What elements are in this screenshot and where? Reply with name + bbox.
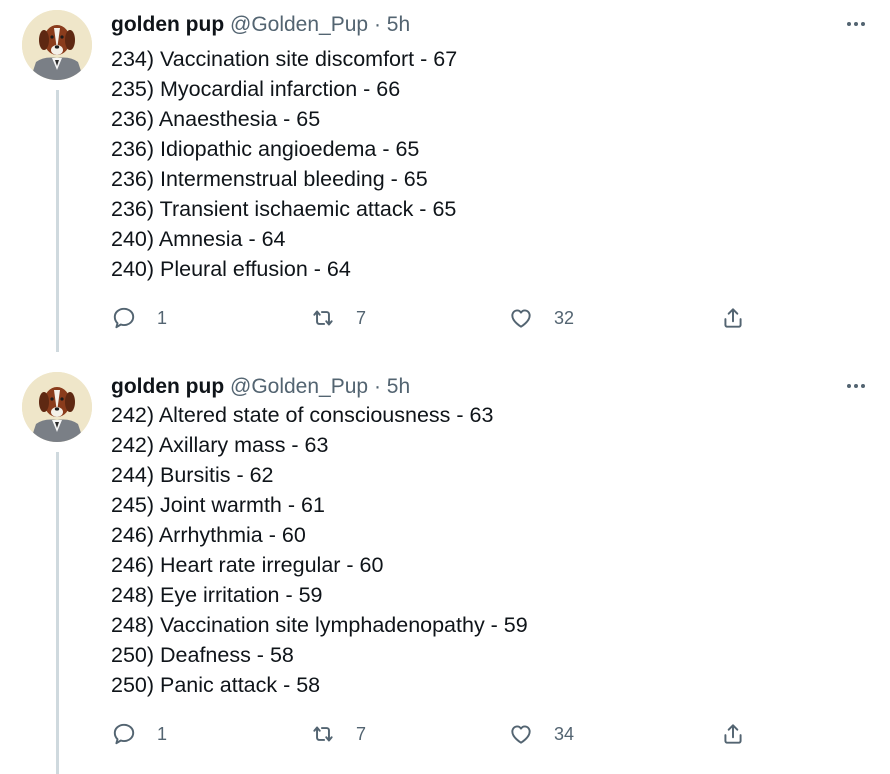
tweet-actions: 1 7 32 — [111, 303, 761, 333]
reply-button[interactable]: 1 — [111, 719, 167, 749]
retweet-arrows-icon — [313, 310, 333, 326]
tweet-header: golden pup @Golden_Pup · 5h — [111, 372, 410, 402]
tweet-text-line: 236) Anaesthesia - 65 — [111, 107, 321, 131]
retweet-count: 7 — [356, 307, 367, 328]
retweet-button[interactable]: 7 — [310, 719, 366, 749]
heart-outline-icon — [511, 309, 531, 328]
avatar[interactable] — [22, 372, 92, 442]
author-handle[interactable]: @Golden_Pup — [230, 375, 368, 398]
like-button[interactable]: 34 — [508, 719, 574, 749]
share-upload-icon — [724, 308, 742, 328]
heart-outline-icon — [511, 725, 531, 744]
like-count: 32 — [554, 307, 575, 328]
thread-line-1 — [56, 90, 59, 352]
more-dots-icon[interactable] — [844, 374, 868, 398]
tweet-text: 242) Altered state of consciousness - 63… — [111, 400, 528, 700]
tweet-text-line: 245) Joint warmth - 61 — [111, 493, 325, 517]
timestamp[interactable]: 5h — [387, 375, 410, 398]
dog-avatar-image — [22, 372, 92, 442]
reply-count: 1 — [157, 307, 168, 328]
dog-avatar-image — [22, 10, 92, 80]
avatar[interactable] — [22, 10, 92, 80]
retweet-button[interactable]: 7 — [310, 303, 366, 333]
tweet-text-line: 244) Bursitis - 62 — [111, 463, 274, 487]
like-count: 34 — [554, 723, 575, 744]
like-button[interactable]: 32 — [508, 303, 574, 333]
author-name[interactable]: golden pup — [111, 13, 224, 36]
tweet-text-line: 236) Transient ischaemic attack - 65 — [111, 197, 457, 221]
tweet-text-line: 240) Amnesia - 64 — [111, 227, 286, 251]
tweet-text-line: 248) Eye irritation - 59 — [111, 583, 323, 607]
tweet-text-line: 246) Heart rate irregular - 60 — [111, 553, 384, 577]
timestamp[interactable]: 5h — [387, 13, 410, 36]
retweet-count: 7 — [356, 723, 367, 744]
tweet-text-line: 240) Pleural effusion - 64 — [111, 257, 351, 281]
share-button[interactable] — [720, 303, 746, 333]
separator-dot: · — [373, 375, 381, 398]
tweet-text-line: 246) Arrhythmia - 60 — [111, 523, 306, 547]
tweet-header: golden pup @Golden_Pup · 5h — [111, 10, 410, 40]
speech-bubble-icon — [113, 307, 135, 329]
tweet-text-line: 236) Idiopathic angioedema - 65 — [111, 137, 420, 161]
separator-dot: · — [373, 13, 381, 36]
more-dots-icon[interactable] — [844, 12, 868, 36]
retweet-arrows-icon — [313, 726, 333, 742]
reply-button[interactable]: 1 — [111, 303, 167, 333]
tweet-text-line: 242) Axillary mass - 63 — [111, 433, 329, 457]
thread-line-2 — [56, 452, 59, 774]
tweet-text-line: 236) Intermenstrual bleeding - 65 — [111, 167, 428, 191]
tweet-text-line: 250) Panic attack - 58 — [111, 673, 321, 697]
tweet-text-line: 242) Altered state of consciousness - 63 — [111, 403, 494, 427]
speech-bubble-icon — [113, 723, 135, 745]
share-upload-icon — [724, 724, 742, 744]
tweet-actions: 1 7 34 — [111, 719, 761, 749]
author-name[interactable]: golden pup — [111, 375, 224, 398]
author-handle[interactable]: @Golden_Pup — [230, 13, 368, 36]
share-button[interactable] — [720, 719, 746, 749]
reply-count: 1 — [157, 723, 168, 744]
tweet-text-line: 235) Myocardial infarction - 66 — [111, 77, 401, 101]
tweet-text-line: 234) Vaccination site discomfort - 67 — [111, 47, 458, 71]
tweet-text-line: 250) Deafness - 58 — [111, 643, 294, 667]
tweet-text: 234) Vaccination site discomfort - 67 23… — [111, 44, 457, 284]
tweet-text-line: 248) Vaccination site lymphadenopathy - … — [111, 613, 528, 637]
